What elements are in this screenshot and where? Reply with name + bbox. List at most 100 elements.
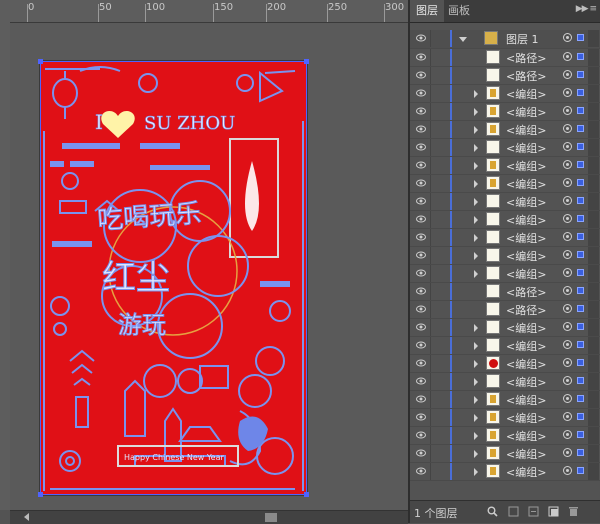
scrollbar-thumb[interactable] <box>265 513 277 522</box>
selection-indicator[interactable] <box>577 467 584 474</box>
sublayer-label[interactable]: <编组> <box>506 176 546 192</box>
selection-indicator[interactable] <box>577 107 584 114</box>
sublayer-label[interactable]: <编组> <box>506 122 546 138</box>
target-circle-icon[interactable] <box>563 160 572 169</box>
target-circle-icon[interactable] <box>563 196 572 205</box>
horizontal-scrollbar[interactable] <box>10 510 408 524</box>
sublayer-label[interactable]: <编组> <box>506 320 546 336</box>
visibility-eye-icon[interactable] <box>416 359 426 367</box>
sublayer-label[interactable]: <编组> <box>506 104 546 120</box>
sublayer-row[interactable]: <编组> <box>410 409 600 427</box>
selection-indicator[interactable] <box>577 89 584 96</box>
target-circle-icon[interactable] <box>563 142 572 151</box>
sublayer-row[interactable]: <路径> <box>410 49 600 67</box>
sublayer-row[interactable]: <编组> <box>410 445 600 463</box>
selection-indicator[interactable] <box>577 377 584 384</box>
selection-indicator[interactable] <box>577 143 584 150</box>
selection-indicator[interactable] <box>577 341 584 348</box>
expand-arrow-icon[interactable] <box>474 126 478 134</box>
expand-arrow-icon[interactable] <box>474 342 478 350</box>
sublayer-label[interactable]: <编组> <box>506 248 546 264</box>
target-circle-icon[interactable] <box>563 250 572 259</box>
visibility-eye-icon[interactable] <box>416 341 426 349</box>
new-layer-icon[interactable] <box>548 506 559 517</box>
target-circle-icon[interactable] <box>563 88 572 97</box>
selection-indicator[interactable] <box>577 197 584 204</box>
target-circle-icon[interactable] <box>563 322 572 331</box>
target-circle-icon[interactable] <box>563 232 572 241</box>
visibility-eye-icon[interactable] <box>416 125 426 133</box>
target-circle-icon[interactable] <box>563 448 572 457</box>
selection-indicator[interactable] <box>577 287 584 294</box>
scroll-left-arrow-icon[interactable] <box>24 513 29 521</box>
selection-indicator[interactable] <box>577 34 584 41</box>
resize-handle[interactable] <box>38 59 43 64</box>
selection-indicator[interactable] <box>577 269 584 276</box>
visibility-eye-icon[interactable] <box>416 34 426 42</box>
sublayer-row[interactable]: <编组> <box>410 103 600 121</box>
visibility-eye-icon[interactable] <box>416 53 426 61</box>
sublayer-label[interactable]: <路径> <box>506 68 546 84</box>
trash-icon[interactable] <box>568 506 579 517</box>
target-circle-icon[interactable] <box>563 214 572 223</box>
sublayer-row[interactable]: <路径> <box>410 283 600 301</box>
selection-indicator[interactable] <box>577 215 584 222</box>
sublayer-label[interactable]: <编组> <box>506 338 546 354</box>
sublayer-label[interactable]: <路径> <box>506 302 546 318</box>
selection-indicator[interactable] <box>577 233 584 240</box>
visibility-eye-icon[interactable] <box>416 215 426 223</box>
visibility-eye-icon[interactable] <box>416 89 426 97</box>
sublayer-label[interactable]: <编组> <box>506 266 546 282</box>
sublayer-label[interactable]: <编组> <box>506 158 546 174</box>
target-circle-icon[interactable] <box>563 430 572 439</box>
visibility-eye-icon[interactable] <box>416 197 426 205</box>
expand-arrow-icon[interactable] <box>474 162 478 170</box>
selection-indicator[interactable] <box>577 323 584 330</box>
target-circle-icon[interactable] <box>563 268 572 277</box>
sublayer-row[interactable]: <编组> <box>410 121 600 139</box>
sublayer-row[interactable]: <路径> <box>410 67 600 85</box>
target-circle-icon[interactable] <box>563 394 572 403</box>
sublayer-label[interactable]: <路径> <box>506 284 546 300</box>
sublayer-row[interactable]: <路径> <box>410 301 600 319</box>
sublayer-label[interactable]: <编组> <box>506 392 546 408</box>
target-circle-icon[interactable] <box>563 178 572 187</box>
sublayer-row[interactable]: <编组> <box>410 265 600 283</box>
create-sublayer-icon[interactable] <box>528 506 539 517</box>
expand-arrow-icon[interactable] <box>474 180 478 188</box>
visibility-eye-icon[interactable] <box>416 179 426 187</box>
target-circle-icon[interactable] <box>563 106 572 115</box>
selection-indicator[interactable] <box>577 53 584 60</box>
expand-arrow-icon[interactable] <box>474 270 478 278</box>
make-clipping-mask-icon[interactable] <box>508 506 519 517</box>
tab-layers[interactable]: 图层 <box>410 0 444 22</box>
sublayer-row[interactable]: <编组> <box>410 157 600 175</box>
sublayer-row[interactable]: <编组> <box>410 229 600 247</box>
expand-arrow-icon[interactable] <box>474 324 478 332</box>
sublayer-label[interactable]: <路径> <box>506 50 546 66</box>
expand-arrow-icon[interactable] <box>474 198 478 206</box>
expand-arrow-icon[interactable] <box>474 144 478 152</box>
sublayer-row[interactable]: <编组> <box>410 319 600 337</box>
sublayer-label[interactable]: <编组> <box>506 356 546 372</box>
expand-arrow-icon[interactable] <box>459 37 467 42</box>
layer-row[interactable]: 图层 1 <box>410 30 600 49</box>
resize-handle[interactable] <box>304 492 309 497</box>
target-circle-icon[interactable] <box>563 304 572 313</box>
sublayer-row[interactable]: <编组> <box>410 85 600 103</box>
visibility-eye-icon[interactable] <box>416 143 426 151</box>
horizontal-ruler[interactable]: 0 50 100 150 200 250 300 <box>0 0 408 23</box>
sublayer-label[interactable]: <编组> <box>506 194 546 210</box>
sublayer-row[interactable]: <编组> <box>410 211 600 229</box>
visibility-eye-icon[interactable] <box>416 395 426 403</box>
target-circle-icon[interactable] <box>563 376 572 385</box>
selection-bounding-box[interactable] <box>38 59 309 497</box>
visibility-eye-icon[interactable] <box>416 233 426 241</box>
expand-arrow-icon[interactable] <box>474 108 478 116</box>
sublayer-row[interactable]: <编组> <box>410 337 600 355</box>
target-circle-icon[interactable] <box>563 286 572 295</box>
sublayer-label[interactable]: <编组> <box>506 230 546 246</box>
sublayer-row[interactable]: <编组> <box>410 427 600 445</box>
selection-indicator[interactable] <box>577 449 584 456</box>
selection-indicator[interactable] <box>577 413 584 420</box>
